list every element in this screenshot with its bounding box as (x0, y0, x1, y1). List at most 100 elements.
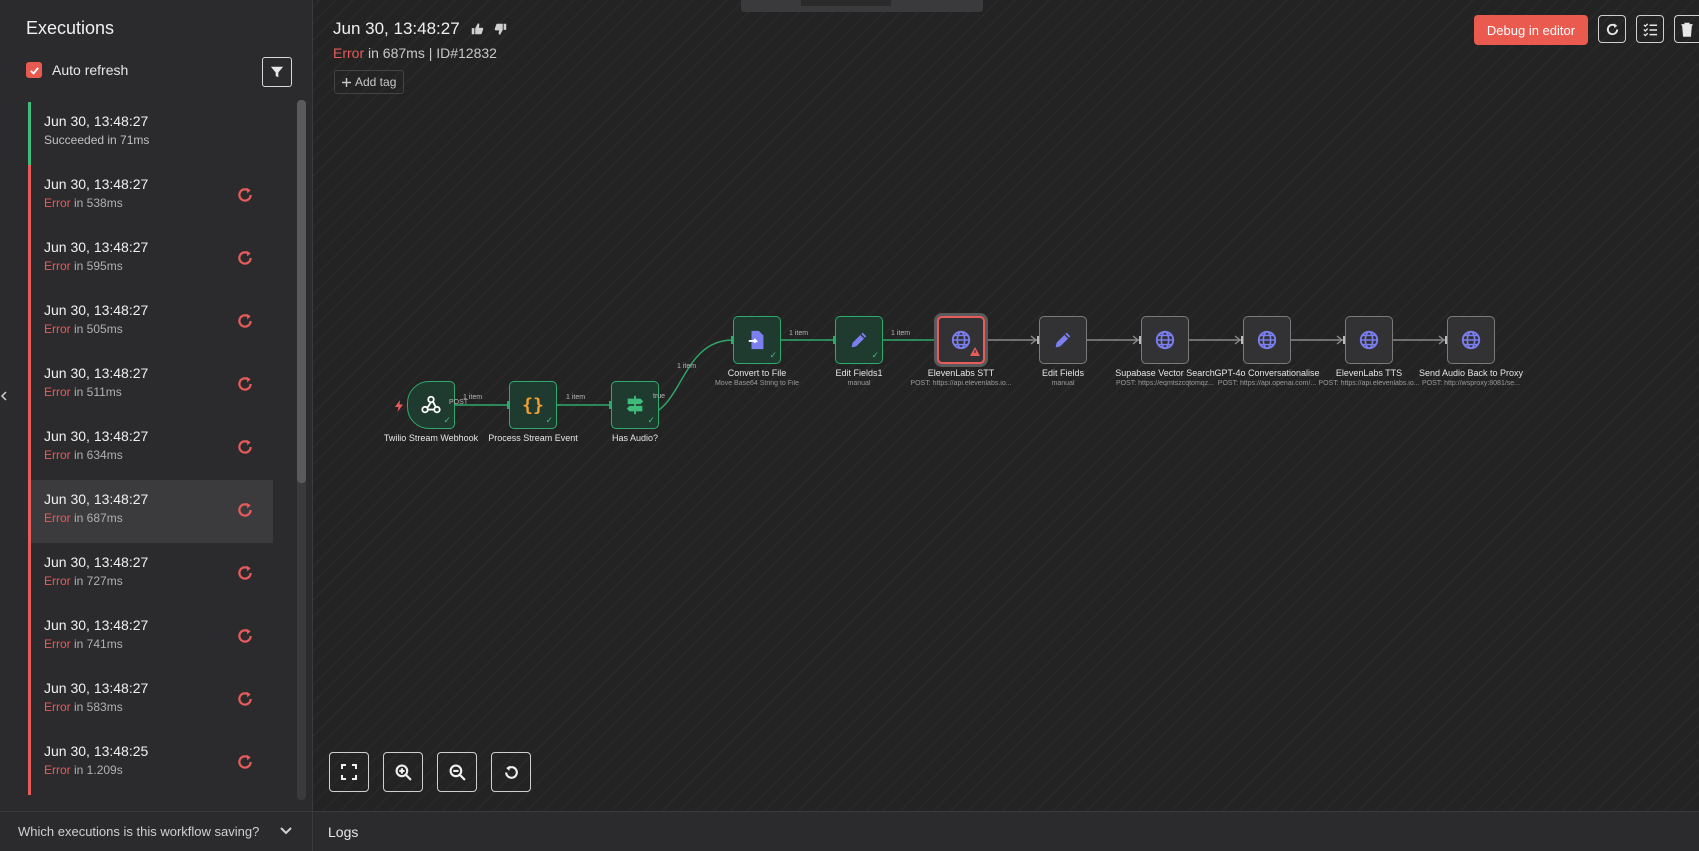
node-label: Send Audio Back to Proxy (1418, 368, 1524, 378)
execution-status: Error in 511ms (44, 385, 122, 399)
retry-icon[interactable] (236, 564, 254, 582)
zoom-to-fit-button[interactable] (329, 752, 369, 792)
execution-list-item[interactable]: Jun 30, 13:48:27 Error in 741ms (28, 606, 273, 669)
auto-refresh-checkbox[interactable] (26, 62, 42, 78)
retry-icon[interactable] (236, 690, 254, 708)
node-subtitle: Move Base64 String to File (714, 380, 800, 387)
check-icon (29, 66, 39, 75)
workflow-node[interactable]: ✓ (835, 316, 883, 364)
retry-icon[interactable] (236, 627, 254, 645)
workflow-node[interactable]: {} ✓ (509, 381, 557, 429)
retry-icon[interactable] (236, 312, 254, 330)
scrollbar-thumb[interactable] (297, 100, 306, 483)
workflow-canvas[interactable]: Jun 30, 13:48:27 Error in 687ms | ID#128… (313, 0, 1699, 811)
node-subtitle: POST: https://api.openai.com/... (1217, 380, 1317, 387)
execution-status: Error in 538ms (44, 196, 123, 210)
chevron-down-icon (280, 827, 292, 835)
success-check-icon: ✓ (871, 350, 879, 360)
pencil-icon (1052, 329, 1074, 351)
zoom-out-button[interactable] (437, 752, 477, 792)
globe-icon (1358, 329, 1380, 351)
workflow-node[interactable]: ✓ (611, 381, 659, 429)
node-subtitle: manual (847, 380, 871, 387)
execution-status: Error in 634ms (44, 448, 123, 462)
logs-panel-toggle[interactable]: Logs (313, 811, 1699, 851)
filter-icon (270, 66, 284, 78)
success-check-icon: ✓ (545, 415, 553, 425)
workflow-node[interactable] (1141, 316, 1189, 364)
connection-label: 1 item (789, 330, 809, 337)
execution-status: Error in 505ms (44, 322, 123, 336)
workflow-node[interactable] (1447, 316, 1495, 364)
workflow-node[interactable] (1039, 316, 1087, 364)
node-subtitle: manual (1051, 380, 1075, 387)
success-check-icon: ✓ (769, 350, 777, 360)
execution-list-scrollbar[interactable] (297, 100, 306, 800)
zoom-out-icon (449, 764, 466, 781)
execution-status: Error in 687ms (44, 511, 123, 525)
workflow-node[interactable] (1345, 316, 1393, 364)
zoom-in-button[interactable] (383, 752, 423, 792)
execution-status: Error in 583ms (44, 700, 123, 714)
retry-icon[interactable] (236, 375, 254, 393)
execution-list-item[interactable]: Jun 30, 13:48:27 Error in 727ms (28, 543, 273, 606)
execution-time: Jun 30, 13:48:27 (44, 365, 149, 381)
execution-time: Jun 30, 13:48:27 (44, 554, 149, 570)
pencil-icon (848, 329, 870, 351)
globe-icon (1256, 329, 1278, 351)
saving-question-text: Which executions is this workflow saving… (18, 824, 260, 839)
fullscreen-icon (341, 764, 357, 780)
connection-label: 1 item (463, 394, 483, 401)
node-subtitle: POST: http://wsproxy:8081/se... (1421, 380, 1521, 387)
success-check-icon: ✓ (443, 415, 451, 425)
zoom-in-icon (395, 764, 412, 781)
execution-status: Error in 741ms (44, 637, 123, 651)
execution-time: Jun 30, 13:48:25 (44, 743, 149, 759)
execution-list-item[interactable]: Jun 30, 13:48:27 Error in 511ms (28, 354, 273, 417)
reset-zoom-button[interactable] (491, 752, 531, 792)
execution-list-item[interactable]: Jun 30, 13:48:27 Error in 583ms (28, 669, 273, 732)
execution-list-item[interactable]: Jun 30, 13:48:27 Error in 634ms (28, 417, 273, 480)
retry-icon[interactable] (236, 501, 254, 519)
globe-icon (1460, 329, 1482, 351)
auto-refresh-toggle[interactable]: Auto refresh (26, 62, 128, 78)
logs-label: Logs (328, 823, 359, 840)
saving-settings-toggle[interactable]: Which executions is this workflow saving… (0, 811, 312, 851)
workflow-node[interactable] (1243, 316, 1291, 364)
execution-time: Jun 30, 13:48:27 (44, 680, 149, 696)
execution-time: Jun 30, 13:48:27 (44, 428, 149, 444)
execution-time: Jun 30, 13:48:27 (44, 617, 149, 633)
execution-time: Jun 30, 13:48:27 (44, 302, 149, 318)
execution-status: Error in 595ms (44, 259, 123, 273)
success-check-icon: ✓ (647, 415, 655, 425)
retry-icon[interactable] (236, 186, 254, 204)
warning-icon (970, 343, 980, 361)
filter-button[interactable] (262, 57, 292, 87)
execution-time: Jun 30, 13:48:27 (44, 113, 149, 129)
node-subtitle: POST: https://api.elevenlabs.io... (1318, 380, 1420, 387)
file-convert-icon (746, 329, 768, 351)
trigger-bolt-icon (395, 399, 403, 417)
retry-icon[interactable] (236, 753, 254, 771)
execution-time: Jun 30, 13:48:27 (44, 239, 149, 255)
retry-icon[interactable] (236, 249, 254, 267)
execution-list-item[interactable]: Jun 30, 13:48:27 Error in 595ms (28, 228, 273, 291)
execution-list-item[interactable]: Jun 30, 13:48:27 Error in 505ms (28, 291, 273, 354)
connection-label: 1 item (891, 330, 911, 337)
workflow-node[interactable] (937, 316, 985, 364)
globe-icon (950, 329, 972, 351)
execution-list-item[interactable]: Jun 30, 13:48:27 Error in 687ms (28, 480, 273, 543)
workflow-node[interactable]: ✓ (733, 316, 781, 364)
sidebar-collapse-handle[interactable] (0, 387, 10, 405)
execution-time: Jun 30, 13:48:27 (44, 176, 149, 192)
workflow-node[interactable]: ✓ (407, 381, 455, 429)
webhook-icon (420, 394, 442, 416)
chevron-left-icon (0, 391, 7, 401)
execution-list-item[interactable]: Jun 30, 13:48:27 Succeeded in 71ms (28, 102, 273, 165)
connection-label: 1 item (566, 394, 586, 401)
execution-list-item[interactable]: Jun 30, 13:48:25 Error in 1.209s (28, 732, 273, 795)
reset-icon (504, 765, 518, 779)
execution-list-item[interactable]: Jun 30, 13:48:27 Error in 538ms (28, 165, 273, 228)
execution-time: Jun 30, 13:48:27 (44, 491, 149, 507)
retry-icon[interactable] (236, 438, 254, 456)
